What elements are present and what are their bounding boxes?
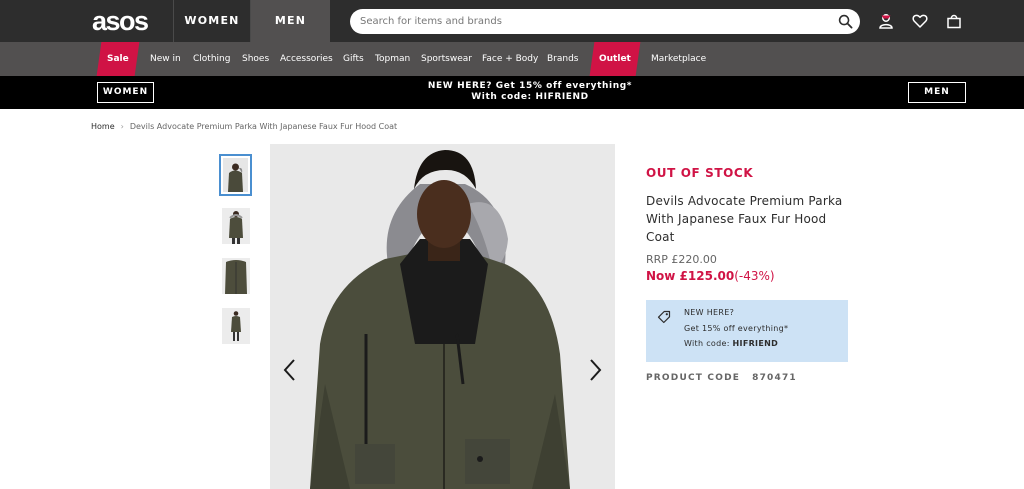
search-bar — [350, 9, 860, 34]
promo-banner: WOMEN NEW HERE? Get 15% off everything* … — [0, 76, 1024, 109]
thumbnail-image — [222, 208, 250, 244]
account-icon[interactable] — [878, 13, 894, 29]
chevron-right-icon[interactable] — [585, 355, 605, 385]
product-rrp: RRP £220.00 — [646, 253, 717, 266]
promo-line-1: NEW HERE? Get 15% off everything* — [427, 81, 633, 91]
promo-code-line: With code: HIFRIEND — [684, 339, 778, 348]
tag-icon — [657, 310, 671, 324]
nav-face-body[interactable]: Face + Body — [482, 42, 538, 76]
thumbnail-1[interactable] — [219, 154, 252, 196]
thumbnail-image — [223, 158, 248, 192]
thumbnail-4[interactable] — [222, 308, 250, 344]
heart-icon[interactable] — [912, 13, 928, 29]
promo-line-2: With code: HIFRIEND — [471, 92, 589, 102]
promo-code-label: With code: — [684, 339, 733, 348]
nav-sale-label: Sale — [107, 54, 129, 64]
nav-outlet-label: Outlet — [599, 54, 631, 64]
nav-new-in[interactable]: New in — [150, 42, 181, 76]
thumbnail-3[interactable] — [222, 258, 250, 294]
nav-marketplace[interactable]: Marketplace — [651, 42, 706, 76]
site-header: asos WOMEN MEN — [0, 0, 1024, 42]
thumbnail-image — [222, 308, 250, 344]
thumbnail-2[interactable] — [222, 208, 250, 244]
thumbnail-image — [222, 258, 250, 294]
bag-icon[interactable] — [946, 13, 962, 29]
nav-sportswear[interactable]: Sportswear — [421, 42, 472, 76]
breadcrumb-separator: › — [120, 122, 124, 131]
breadcrumb-current: Devils Advocate Premium Parka With Japan… — [129, 122, 398, 131]
product-price: Now £125.00(-43%) — [646, 269, 775, 283]
nav-clothing[interactable]: Clothing — [193, 42, 230, 76]
search-input[interactable] — [360, 13, 820, 30]
promo-message: NEW HERE? Get 15% off everything* With c… — [380, 81, 680, 103]
nav-sale[interactable]: Sale — [96, 42, 140, 76]
product-code: PRODUCT CODE 870471 — [646, 373, 797, 383]
promo-men-button[interactable]: MEN — [908, 82, 966, 103]
breadcrumb: Home › Devils Advocate Premium Parka With … — [91, 122, 397, 131]
nav-accessories[interactable]: Accessories — [280, 42, 333, 76]
nav-brands[interactable]: Brands — [547, 42, 579, 76]
new-customer-promo: NEW HERE? Get 15% off everything* With c… — [646, 300, 848, 362]
product-photo — [270, 144, 615, 489]
discount-percent: (-43%) — [734, 269, 775, 283]
nav-shoes[interactable]: Shoes — [242, 42, 269, 76]
product-title: Devils Advocate Premium Parka With Japan… — [646, 194, 843, 244]
promo-code: HIFRIEND — [732, 339, 779, 348]
tab-women[interactable]: WOMEN — [173, 0, 251, 42]
stock-status: OUT OF STOCK — [646, 166, 754, 180]
nav-topman[interactable]: Topman — [375, 42, 410, 76]
promo-title: NEW HERE? — [684, 308, 735, 317]
nav-outlet[interactable]: Outlet — [589, 42, 641, 76]
category-nav: Sale New in Clothing Shoes Accessories G… — [0, 42, 1024, 76]
asos-logo[interactable]: asos — [92, 6, 149, 36]
tab-men[interactable]: MEN — [251, 0, 330, 42]
search-icon[interactable] — [838, 14, 853, 29]
promo-women-button[interactable]: WOMEN — [97, 82, 154, 103]
current-price: Now £125.00 — [646, 269, 735, 283]
breadcrumb-home[interactable]: Home — [91, 122, 115, 131]
product-image[interactable] — [270, 144, 615, 489]
product-code-label: PRODUCT CODE — [646, 373, 741, 383]
nav-gifts[interactable]: Gifts — [343, 42, 364, 76]
product-code-value: 870471 — [752, 373, 797, 383]
promo-offer: Get 15% off everything* — [684, 324, 789, 333]
chevron-left-icon[interactable] — [280, 355, 300, 385]
